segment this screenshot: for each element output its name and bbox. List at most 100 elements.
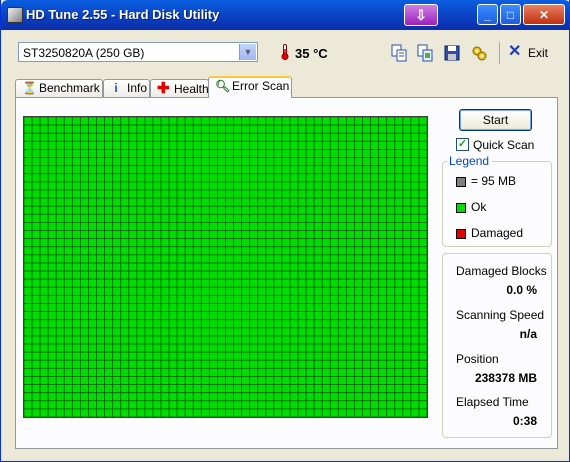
scan-block — [313, 294, 323, 304]
scan-block — [152, 303, 162, 313]
scan-block — [168, 124, 178, 134]
tab-error-scan[interactable]: 🔍︎ Error Scan — [208, 76, 292, 98]
scan-block — [200, 376, 210, 385]
scan-block — [128, 286, 138, 296]
title-bar[interactable]: HD Tune 2.55 - Hard Disk Utility ⇩ _ □ ✕ — [1, 0, 570, 30]
maximize-button[interactable]: □ — [500, 4, 521, 25]
scan-block — [192, 205, 202, 215]
scan-block — [160, 181, 170, 191]
scan-block — [184, 149, 194, 158]
download-arrow-icon[interactable]: ⇩ — [404, 4, 438, 26]
scan-block — [345, 117, 355, 126]
scan-block — [410, 140, 420, 150]
scan-block — [281, 327, 291, 337]
scan-block — [208, 189, 218, 199]
scan-block — [200, 117, 210, 126]
scan-block — [192, 238, 202, 248]
scan-block — [313, 173, 323, 183]
copy-screenshot-icon[interactable] — [416, 44, 434, 62]
scan-block — [305, 278, 315, 288]
scan-block — [71, 246, 81, 256]
scan-block — [321, 335, 331, 345]
scan-block — [402, 189, 412, 199]
scan-block — [257, 205, 267, 215]
scan-block — [47, 117, 57, 126]
scan-block — [370, 311, 380, 321]
tab-info[interactable]: i Info — [103, 79, 150, 97]
scan-block — [257, 173, 267, 183]
scan-block — [160, 311, 170, 321]
options-icon[interactable] — [470, 44, 488, 62]
scan-block — [96, 286, 106, 296]
scan-block — [354, 205, 363, 215]
scan-block — [71, 270, 81, 280]
scan-block — [176, 197, 186, 207]
scan-block — [345, 213, 355, 223]
scan-block — [208, 254, 218, 264]
scan-block — [257, 319, 267, 329]
scan-block — [265, 213, 275, 223]
hard-disk-app-icon[interactable] — [7, 7, 23, 23]
scan-block — [96, 359, 106, 369]
scan-block — [192, 376, 202, 385]
scan-block — [345, 132, 355, 142]
scan-block — [265, 238, 275, 248]
scan-block — [208, 213, 218, 223]
scan-block — [281, 278, 291, 288]
scan-block — [313, 327, 323, 337]
scan-block — [313, 384, 323, 394]
exit-button[interactable]: ✕ Exit — [508, 44, 548, 62]
checkmark-icon[interactable]: ✓ — [456, 138, 469, 151]
scan-block — [418, 238, 427, 248]
scan-block — [402, 408, 412, 417]
save-icon[interactable] — [443, 44, 461, 62]
scan-block — [257, 230, 267, 240]
scan-block — [402, 384, 412, 394]
tab-benchmark[interactable]: ⏳ Benchmark — [15, 79, 103, 97]
scan-block — [345, 270, 355, 280]
scan-block — [55, 213, 65, 223]
scan-block — [200, 173, 210, 183]
scan-block — [378, 140, 388, 150]
scan-block — [265, 359, 275, 369]
scan-block — [370, 400, 380, 410]
scan-block — [354, 408, 363, 417]
scan-block — [297, 311, 307, 321]
scan-block — [112, 367, 122, 377]
scan-block — [362, 117, 371, 126]
scan-block — [168, 197, 178, 207]
scan-block — [160, 270, 170, 280]
scan-block — [176, 367, 186, 377]
copy-text-icon[interactable] — [390, 44, 408, 62]
scan-block — [208, 392, 218, 402]
scan-block — [297, 262, 307, 272]
scan-block — [144, 294, 154, 304]
close-button[interactable]: ✕ — [523, 4, 565, 25]
tab-health[interactable]: ✚ Health — [150, 79, 209, 97]
scan-block — [257, 132, 267, 142]
start-button[interactable]: Start — [459, 109, 532, 131]
scan-block — [410, 286, 420, 296]
scan-block — [337, 181, 347, 191]
chevron-down-icon[interactable]: ▼ — [239, 44, 256, 60]
minimize-button[interactable]: _ — [477, 4, 498, 25]
scan-block — [418, 311, 427, 321]
drive-select[interactable]: ST3250820A (250 GB) ▼ — [18, 42, 258, 62]
scan-block — [217, 165, 226, 175]
scan-block — [192, 319, 202, 329]
scan-block — [112, 230, 122, 240]
scan-block — [71, 278, 81, 288]
scan-block — [281, 173, 291, 183]
scan-block — [120, 343, 130, 353]
scan-block — [136, 213, 146, 223]
scan-block — [321, 254, 331, 264]
scan-block — [104, 132, 114, 142]
scan-block — [104, 376, 114, 385]
scan-block — [200, 351, 210, 361]
scan-block — [71, 165, 81, 175]
scan-block — [273, 238, 283, 248]
scan-block — [378, 197, 388, 207]
scan-block — [313, 278, 323, 288]
scan-block — [402, 124, 412, 134]
scan-block — [104, 205, 114, 215]
